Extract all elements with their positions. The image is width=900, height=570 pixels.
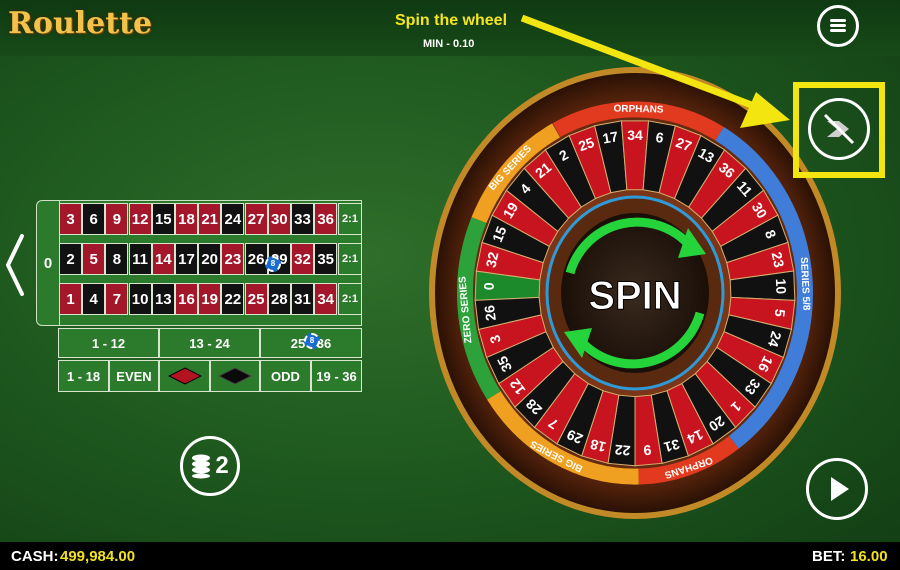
game-logo: Roulette — [8, 6, 153, 41]
bet-even[interactable]: EVEN — [109, 360, 159, 392]
chip-value: 2 — [215, 452, 229, 479]
bet-red[interactable] — [159, 360, 210, 392]
outside-bets: 1 - 18 EVEN ODD 19 - 36 — [58, 360, 362, 392]
bet-number-34[interactable]: 34 — [314, 283, 338, 315]
chevron-left-icon[interactable] — [2, 230, 28, 300]
bet-number-23[interactable]: 23 — [221, 243, 245, 275]
bet-number-13[interactable]: 13 — [151, 283, 175, 315]
bet-number-12[interactable]: 12 — [128, 203, 152, 235]
wheel-number: 10 — [773, 278, 790, 294]
bet-number-33[interactable]: 33 — [291, 203, 314, 235]
bet-number-25[interactable]: 25 — [244, 283, 268, 315]
bet-number-10[interactable]: 10 — [128, 283, 152, 315]
bet-number-5[interactable]: 5 — [82, 243, 106, 275]
bet-number-3[interactable]: 3 — [59, 203, 82, 235]
bet-number-18[interactable]: 18 — [175, 203, 198, 235]
bet-19-36[interactable]: 19 - 36 — [311, 360, 362, 392]
wheel-number: 0 — [481, 282, 497, 291]
bet-number-6[interactable]: 6 — [82, 203, 106, 235]
bet-odd[interactable]: ODD — [260, 360, 311, 392]
bet-number-31[interactable]: 31 — [291, 283, 314, 315]
menu-button[interactable] — [817, 5, 859, 47]
hamburger-icon — [830, 19, 846, 33]
wheel-number: 9 — [643, 442, 652, 459]
bet-black[interactable] — [210, 360, 260, 392]
cash-value: 499,984.00 — [60, 548, 136, 565]
bet-number-15[interactable]: 15 — [151, 203, 175, 235]
bet-number-9[interactable]: 9 — [105, 203, 129, 235]
bet-number-21[interactable]: 21 — [198, 203, 222, 235]
bet-number-24[interactable]: 24 — [221, 203, 245, 235]
cash-label: CASH: — [11, 548, 59, 565]
bet-number-30[interactable]: 30 — [267, 203, 291, 235]
bet-number-19[interactable]: 19 — [198, 283, 222, 315]
bet-number-28[interactable]: 28 — [267, 283, 291, 315]
bet-number-20[interactable]: 20 — [198, 243, 222, 275]
bet-1-18[interactable]: 1 - 18 — [58, 360, 109, 392]
wheel-number: 17 — [601, 128, 619, 146]
bet-value: 16.00 — [850, 548, 888, 565]
chip-selector-button[interactable]: 2 — [180, 436, 240, 496]
bet-column-1[interactable]: 2:1 — [338, 203, 362, 235]
spin-hint-text: Spin the wheel — [395, 12, 508, 29]
play-icon — [830, 477, 849, 501]
play-button[interactable] — [806, 458, 868, 520]
bet-number-22[interactable]: 22 — [221, 283, 245, 315]
bet-dozen-2[interactable]: 13 - 24 — [159, 328, 260, 358]
bet-number-7[interactable]: 7 — [105, 283, 129, 315]
chip-stack-icon — [192, 454, 211, 479]
bet-number-4[interactable]: 4 — [82, 283, 106, 315]
bet-number-11[interactable]: 11 — [128, 243, 152, 275]
number-grid: 0 3 6 9 12 15 18 21 24 27 30 33 36 2:1 2 5 8 11 14 17 20 23 2… — [36, 200, 362, 326]
betting-table: 0 3 6 9 12 15 18 21 24 27 30 33 36 2:1 2 5 8 11 14 17 20 23 2… — [36, 200, 362, 392]
bet-number-17[interactable]: 17 — [175, 243, 198, 275]
bet-number-2[interactable]: 2 — [59, 243, 82, 275]
bet-number-27[interactable]: 27 — [244, 203, 268, 235]
bet-number-16[interactable]: 16 — [175, 283, 198, 315]
bet-zero[interactable]: 0 — [37, 201, 60, 325]
bet-number-35[interactable]: 35 — [314, 243, 338, 275]
bet-number-32[interactable]: 32 — [291, 243, 314, 275]
placed-chip[interactable]: 8 — [304, 333, 320, 349]
series-label: ORPHANS — [613, 104, 664, 116]
bet-number-8[interactable]: 8 — [105, 243, 129, 275]
placed-chip[interactable]: 8 — [265, 256, 281, 272]
turbo-button[interactable] — [808, 98, 870, 160]
bet-number-1[interactable]: 1 — [59, 283, 82, 315]
wheel-number: 34 — [627, 127, 643, 143]
spin-button-label[interactable]: SPIN — [588, 274, 682, 319]
bet-number-36[interactable]: 36 — [314, 203, 338, 235]
turbo-disabled-icon — [823, 113, 855, 145]
bet-number-14[interactable]: 14 — [151, 243, 175, 275]
black-diamond-icon — [218, 367, 252, 385]
wheel-number: 26 — [481, 304, 499, 322]
min-bet-label: MIN - 0.10 — [423, 38, 475, 50]
bet-label: BET: — [812, 548, 846, 565]
wheel-number: 22 — [614, 442, 631, 459]
bet-dozen-1[interactable]: 1 - 12 — [58, 328, 159, 358]
red-diamond-icon — [167, 367, 202, 385]
roulette-wheel: ORPHANSSERIES 5/8ORPHANSBIG SERIESZERO S… — [429, 67, 841, 519]
bet-column-2[interactable]: 2:1 — [338, 243, 362, 275]
bet-number-26[interactable]: 26 — [244, 243, 268, 275]
bet-column-3[interactable]: 2:1 — [338, 283, 362, 315]
